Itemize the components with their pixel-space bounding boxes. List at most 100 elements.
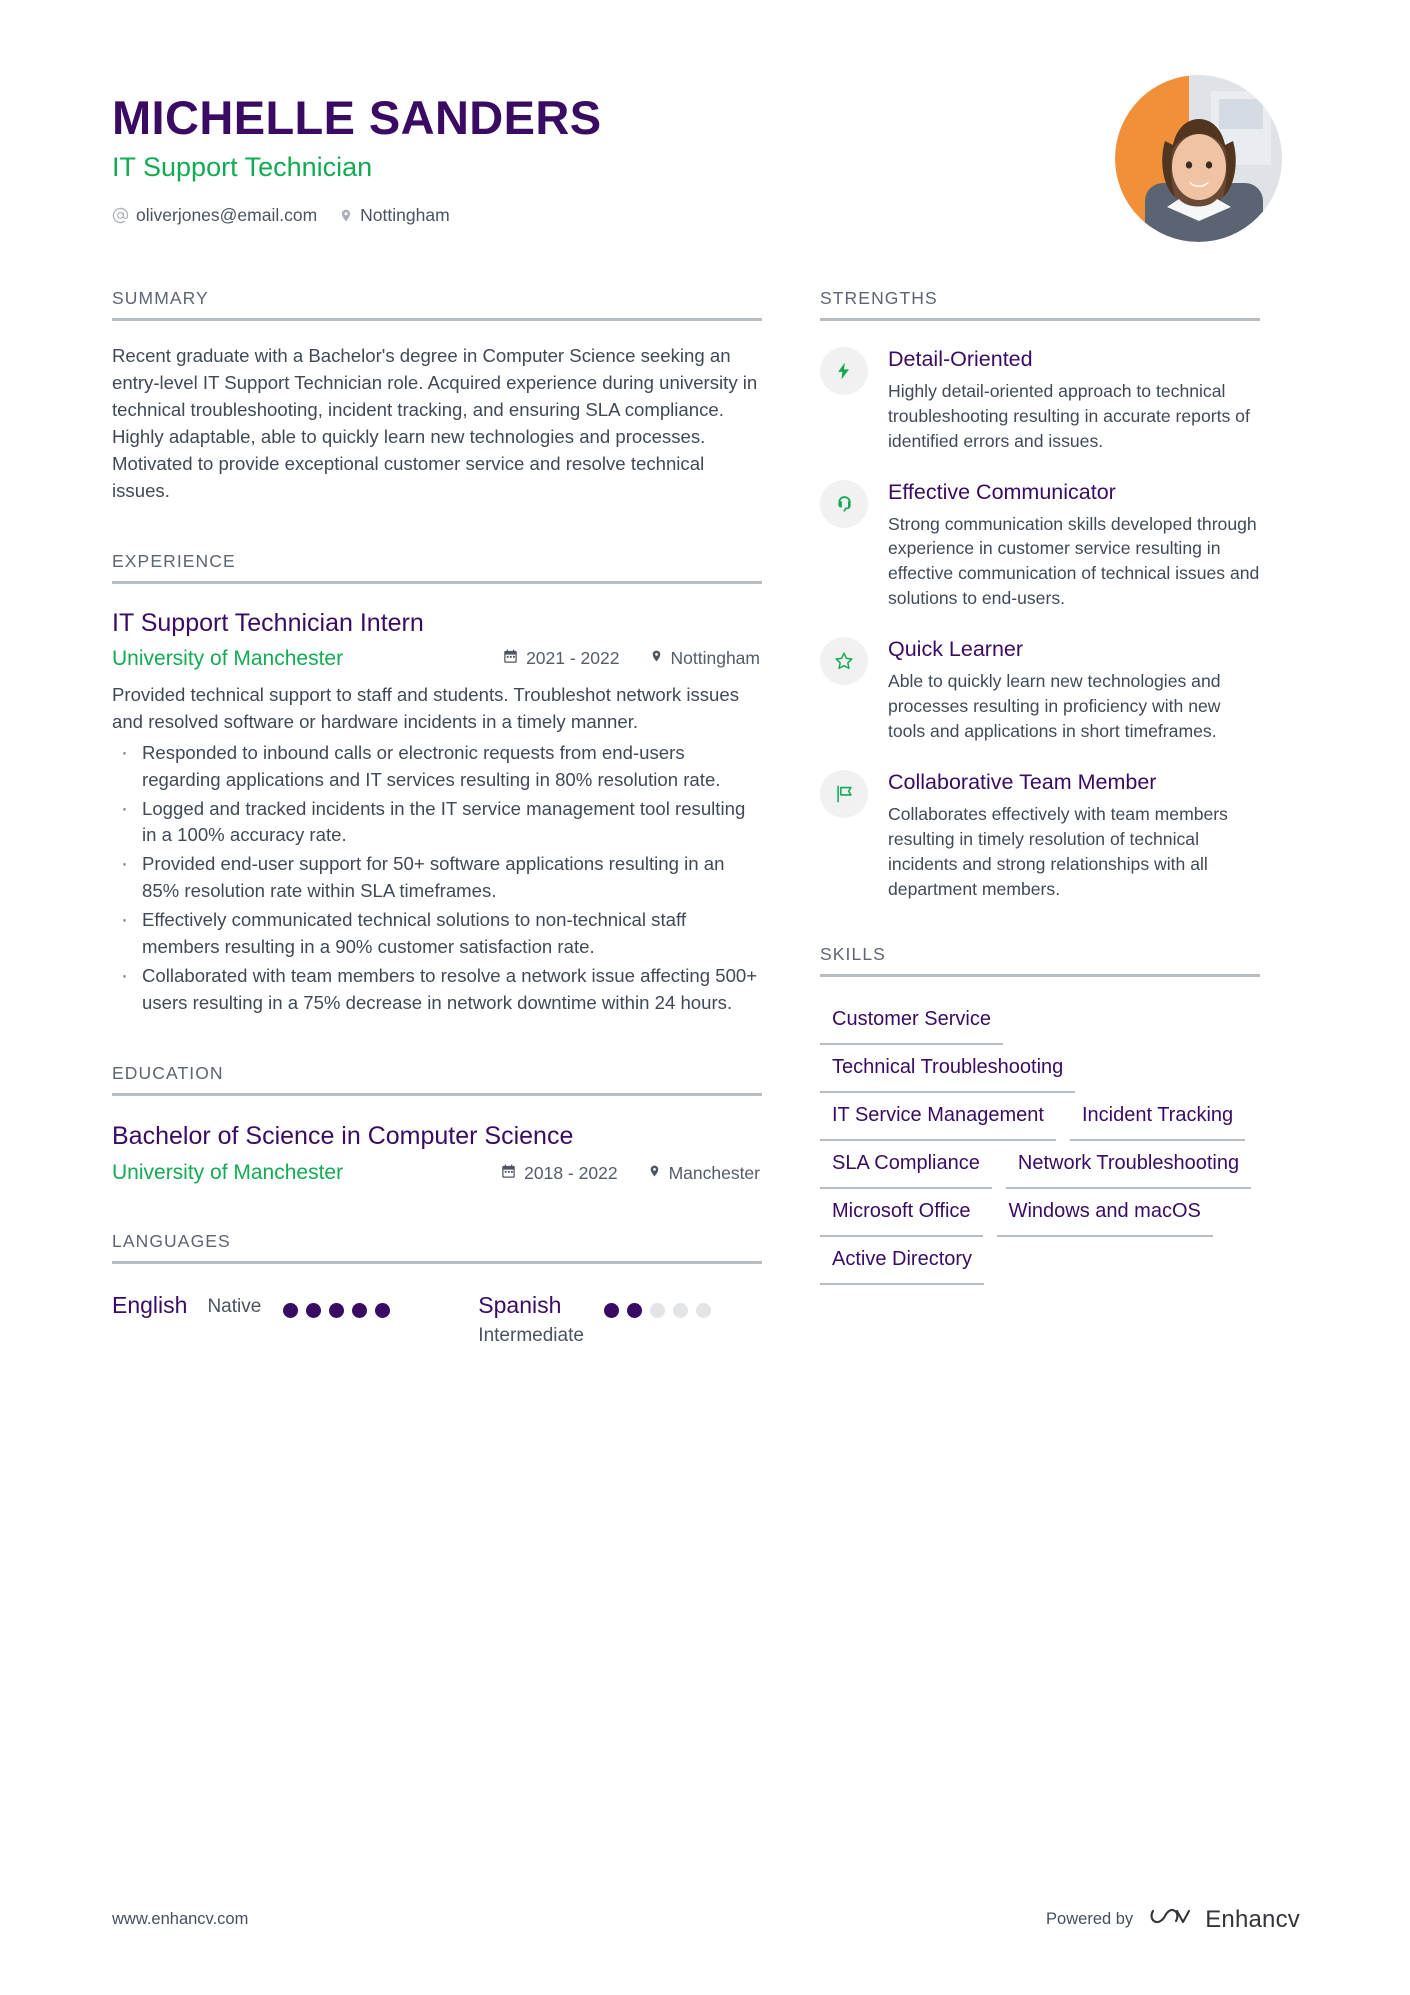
skill-tag: SLA Compliance [820, 1141, 992, 1189]
skill-tag: Incident Tracking [1069, 1093, 1246, 1141]
experience-company: University of Manchester [112, 646, 344, 670]
resume-header: MICHELLE SANDERS IT Support Technician o… [112, 75, 1300, 242]
right-column: STRENGTHS Detail-Oriented Highly detail-… [820, 288, 1260, 1347]
header-identity: MICHELLE SANDERS IT Support Technician o… [112, 75, 601, 226]
skill-tag: Customer Service [820, 997, 1003, 1045]
map-pin-icon [339, 207, 353, 224]
job-title: IT Support Technician [112, 151, 373, 182]
flag-icon [820, 770, 868, 819]
section-strengths: STRENGTHS Detail-Oriented Highly detail-… [820, 288, 1260, 902]
section-summary: SUMMARY Recent graduate with a Bachelor'… [112, 288, 762, 505]
rating-dot [603, 1303, 619, 1319]
section-heading-languages: LANGUAGES [112, 1231, 231, 1252]
section-divider [112, 318, 762, 321]
left-column: SUMMARY Recent graduate with a Bachelor'… [112, 288, 762, 1347]
education-school: University of Manchester [112, 1161, 344, 1185]
list-item: Effectively communicated technical solut… [112, 905, 762, 961]
rating-dot [695, 1303, 711, 1319]
rating-dot [649, 1303, 665, 1319]
strength-item: Effective Communicator Strong communicat… [820, 479, 1260, 612]
skill-tag: Microsoft Office [820, 1189, 983, 1237]
list-item: Logged and tracked incidents in the IT s… [112, 794, 762, 850]
summary-text: Recent graduate with a Bachelor's degree… [112, 345, 758, 501]
list-item: Collaborated with team members to resolv… [112, 961, 762, 1017]
footer-website-url[interactable]: www.enhancv.com [112, 1910, 248, 1929]
education-dates-text: 2018 - 2022 [524, 1162, 618, 1183]
page-title: MICHELLE SANDERS [112, 91, 602, 144]
rating-dot [352, 1303, 368, 1319]
strength-item: Detail-Oriented Highly detail-oriented a… [820, 347, 1260, 454]
education-location: Manchester [648, 1163, 760, 1184]
language-name: English [112, 1292, 188, 1319]
list-item: Provided end-user support for 50+ softwa… [112, 849, 762, 905]
section-heading-strengths: STRENGTHS [820, 288, 938, 308]
contact-email[interactable]: oliverjones@email.com [112, 205, 317, 226]
strength-name: Detail-Oriented [888, 347, 1033, 371]
enhancv-brand[interactable]: Enhancv [1149, 1904, 1300, 1935]
strength-item: Collaborative Team Member Collaborates e… [820, 770, 1260, 902]
section-heading-skills: SKILLS [820, 943, 886, 964]
language-rating-dots [603, 1292, 711, 1319]
page-footer: www.enhancv.com Powered by Enhancv [112, 1904, 1300, 1935]
education-item: Bachelor of Science in Computer Science … [112, 1122, 762, 1185]
experience-dates: 2021 - 2022 [503, 648, 620, 669]
section-divider [112, 1093, 762, 1097]
strength-description: Collaborates effectively with team membe… [888, 803, 1228, 899]
education-location-text: Manchester [668, 1162, 760, 1183]
contact-location: Nottingham [339, 205, 450, 226]
experience-meta: University of Manchester 2021 - 2022 Not… [112, 647, 762, 671]
rating-dot [626, 1303, 642, 1319]
language-item-spanish: Spanish Intermediate [478, 1292, 711, 1347]
education-degree: Bachelor of Science in Computer Science [112, 1122, 574, 1151]
section-education: EDUCATION Bachelor of Science in Compute… [112, 1063, 762, 1185]
language-level: Intermediate [478, 1325, 584, 1347]
experience-bullet-list: Responded to inbound calls or electronic… [112, 738, 762, 1018]
section-skills: SKILLS Customer Service Technical Troubl… [820, 944, 1260, 1285]
experience-job-title: IT Support Technician Intern [112, 608, 424, 637]
avatar [1115, 75, 1282, 242]
map-pin-icon [650, 648, 663, 669]
strength-item: Quick Learner Able to quickly learn new … [820, 637, 1260, 744]
contact-row: oliverjones@email.com Nottingham [112, 205, 601, 226]
resume-page: MICHELLE SANDERS IT Support Technician o… [0, 0, 1410, 1995]
lightning-bolt-icon [820, 347, 868, 395]
section-divider [820, 973, 1260, 977]
education-meta: University of Manchester 2018 - 2022 Man… [112, 1161, 762, 1185]
section-heading-summary: SUMMARY [112, 288, 209, 308]
rating-dot [329, 1303, 345, 1319]
experience-dates-text: 2021 - 2022 [526, 648, 620, 669]
section-divider [820, 318, 1260, 321]
section-heading-education: EDUCATION [112, 1063, 224, 1084]
speech-bubble-icon [820, 479, 868, 528]
skill-tag: IT Service Management [820, 1093, 1056, 1141]
rating-dot [306, 1303, 322, 1319]
languages-list: English Native Spanish Intermediate [112, 1292, 762, 1347]
strength-description: Highly detail-oriented approach to techn… [888, 380, 1250, 451]
rating-dot [283, 1303, 299, 1319]
calendar-icon [503, 648, 518, 669]
skill-tag: Active Directory [820, 1237, 985, 1285]
strength-description: Strong communication skills developed th… [888, 513, 1260, 609]
skill-tag: Network Troubleshooting [1005, 1141, 1252, 1189]
section-heading-experience: EXPERIENCE [112, 550, 236, 571]
experience-item: IT Support Technician Intern University … [112, 609, 762, 1017]
language-item-english: English Native [112, 1292, 391, 1347]
experience-location: Nottingham [650, 648, 761, 669]
at-sign-icon [112, 207, 129, 224]
strength-name: Effective Communicator [888, 479, 1116, 504]
contact-email-text: oliverjones@email.com [136, 204, 318, 225]
skills-list: Customer Service Technical Troubleshooti… [820, 997, 1260, 1285]
experience-location-text: Nottingham [670, 648, 761, 669]
skill-tag: Windows and macOS [996, 1189, 1213, 1237]
calendar-icon [501, 1163, 516, 1184]
strength-name: Collaborative Team Member [888, 770, 1157, 795]
section-divider [112, 580, 762, 584]
powered-by-label: Powered by [1046, 1910, 1134, 1928]
list-item: Responded to inbound calls or electronic… [112, 738, 762, 794]
rating-dot [672, 1303, 688, 1319]
skill-tag: Technical Troubleshooting [820, 1045, 1076, 1093]
section-divider [112, 1261, 762, 1265]
language-level: Native [207, 1296, 262, 1318]
language-name: Spanish [478, 1292, 562, 1319]
enhancv-logo-icon [1149, 1904, 1195, 1935]
